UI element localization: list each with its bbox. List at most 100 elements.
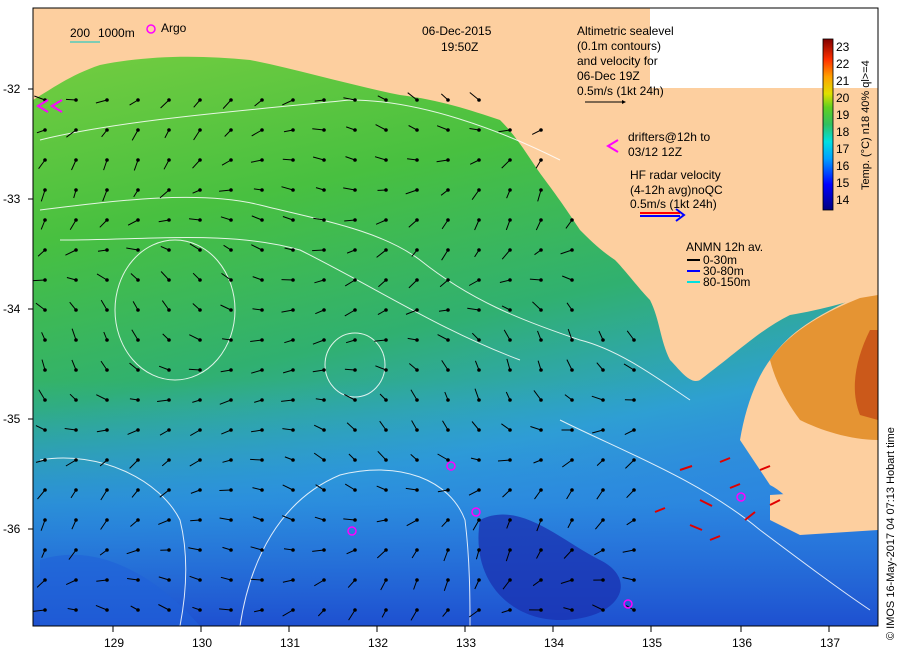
velocity-origin xyxy=(136,368,140,372)
velocity-origin xyxy=(198,98,202,102)
velocity-origin xyxy=(198,518,202,522)
velocity-origin xyxy=(229,188,233,192)
velocity-origin xyxy=(570,518,574,522)
velocity-origin xyxy=(43,548,47,552)
velocity-origin xyxy=(198,488,202,492)
velocity-origin xyxy=(167,428,171,432)
velocity-origin xyxy=(229,218,233,222)
x-tick: 132 xyxy=(368,636,389,650)
velocity-origin xyxy=(570,428,574,432)
anmn-80-150: 80-150m xyxy=(703,275,751,289)
velocity-origin xyxy=(167,488,171,492)
velocity-origin xyxy=(477,428,481,432)
velocity-origin xyxy=(570,548,574,552)
velocity-origin xyxy=(353,488,357,492)
velocity-origin xyxy=(415,428,419,432)
velocity-origin xyxy=(446,248,450,252)
velocity-origin xyxy=(601,488,605,492)
sst-map xyxy=(28,7,879,632)
velocity-origin xyxy=(229,398,233,402)
velocity-origin xyxy=(508,128,512,132)
velocity-origin xyxy=(384,308,388,312)
velocity-origin xyxy=(632,458,636,462)
velocity-origin xyxy=(43,428,47,432)
cb-tick: 17 xyxy=(836,142,850,156)
velocity-origin xyxy=(570,488,574,492)
velocity-origin xyxy=(632,578,636,582)
velocity-origin xyxy=(415,488,419,492)
velocity-origin xyxy=(74,188,78,192)
velocity-origin xyxy=(136,98,140,102)
velocity-origin xyxy=(539,578,543,582)
velocity-origin xyxy=(167,518,171,522)
cb-tick: 18 xyxy=(836,125,850,139)
velocity-origin xyxy=(477,578,481,582)
y-tick: -33 xyxy=(3,192,21,206)
velocity-origin xyxy=(415,248,419,252)
velocity-origin xyxy=(508,398,512,402)
velocity-origin xyxy=(167,548,171,552)
velocity-origin xyxy=(384,458,388,462)
velocity-origin xyxy=(43,308,47,312)
velocity-origin xyxy=(601,338,605,342)
velocity-origin xyxy=(601,578,605,582)
velocity-origin xyxy=(229,158,233,162)
velocity-origin xyxy=(198,308,202,312)
velocity-origin xyxy=(291,488,295,492)
velocity-origin xyxy=(508,578,512,582)
velocity-origin xyxy=(260,278,264,282)
velocity-origin xyxy=(384,488,388,492)
velocity-origin xyxy=(446,308,450,312)
velocity-origin xyxy=(477,548,481,552)
velocity-origin xyxy=(198,578,202,582)
velocity-origin xyxy=(229,458,233,462)
velocity-origin xyxy=(167,158,171,162)
velocity-origin xyxy=(291,368,295,372)
velocity-origin xyxy=(632,368,636,372)
velocity-origin xyxy=(74,158,78,162)
velocity-origin xyxy=(353,278,357,282)
velocity-origin xyxy=(198,188,202,192)
velocity-origin xyxy=(446,548,450,552)
altimetry-line-1: Altimetric sealevel xyxy=(577,24,674,38)
velocity-origin xyxy=(167,278,171,282)
velocity-origin xyxy=(415,368,419,372)
x-tick: 131 xyxy=(280,636,301,650)
velocity-origin xyxy=(105,488,109,492)
velocity-origin xyxy=(322,158,326,162)
velocity-origin xyxy=(477,608,481,612)
velocity-origin xyxy=(632,548,636,552)
velocity-origin xyxy=(322,338,326,342)
velocity-origin xyxy=(43,128,47,132)
velocity-origin xyxy=(415,188,419,192)
velocity-origin xyxy=(446,488,450,492)
velocity-origin xyxy=(291,278,295,282)
velocity-origin xyxy=(260,158,264,162)
velocity-origin xyxy=(198,338,202,342)
velocity-origin xyxy=(322,518,326,522)
velocity-origin xyxy=(477,488,481,492)
velocity-origin xyxy=(353,98,357,102)
velocity-origin xyxy=(136,158,140,162)
velocity-origin xyxy=(322,488,326,492)
velocity-origin xyxy=(446,578,450,582)
velocity-origin xyxy=(260,458,264,462)
velocity-origin xyxy=(570,398,574,402)
velocity-origin xyxy=(446,368,450,372)
altimetry-line-3: and velocity for xyxy=(577,54,658,68)
velocity-origin xyxy=(384,128,388,132)
velocity-origin xyxy=(136,428,140,432)
velocity-origin xyxy=(260,248,264,252)
velocity-origin xyxy=(570,218,574,222)
velocity-origin xyxy=(198,548,202,552)
velocity-origin xyxy=(229,128,233,132)
velocity-origin xyxy=(260,218,264,222)
velocity-origin xyxy=(291,398,295,402)
velocity-origin xyxy=(74,308,78,312)
velocity-origin xyxy=(539,428,543,432)
velocity-origin xyxy=(291,578,295,582)
velocity-origin xyxy=(570,308,574,312)
velocity-origin xyxy=(353,308,357,312)
velocity-origin xyxy=(105,128,109,132)
velocity-origin xyxy=(74,218,78,222)
